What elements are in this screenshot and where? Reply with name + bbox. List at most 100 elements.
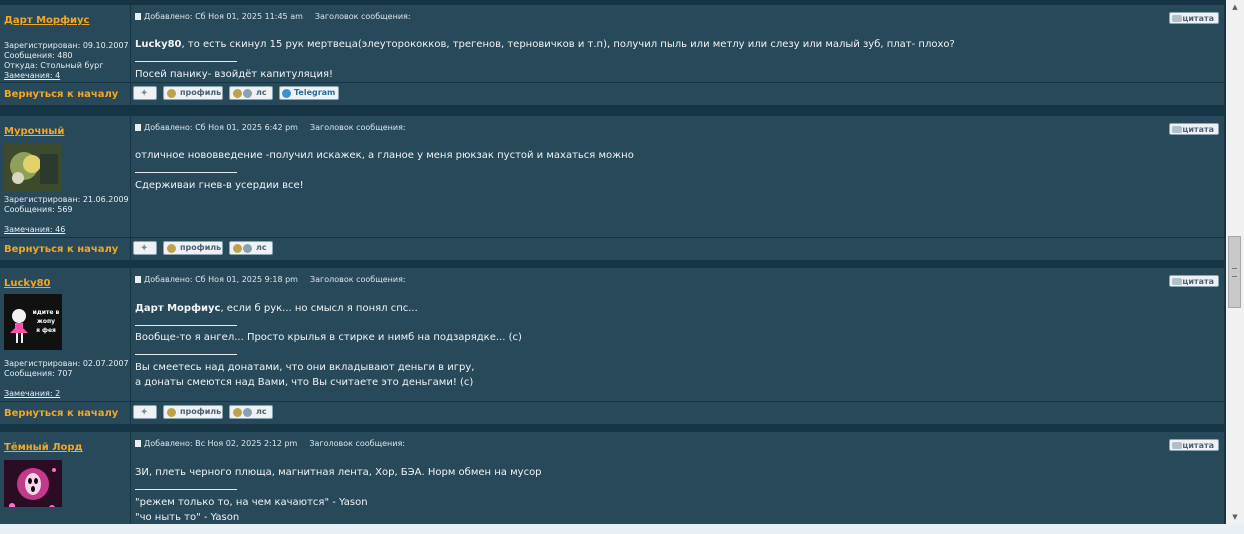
post-meta: Добавлено: Сб Ноя 01, 2025 6:42 pm Заголо…: [135, 123, 406, 132]
signature-divider: [135, 61, 237, 62]
pm-button[interactable]: лс: [229, 405, 273, 419]
scroll-down-arrow-icon[interactable]: ▼: [1226, 510, 1244, 524]
forum-post: Мурочный Зарегистрирован: 21.06.2009 Соо…: [0, 116, 1224, 260]
avatar: [4, 460, 62, 507]
post-author-panel: Мурочный Зарегистрирован: 21.06.2009 Соо…: [0, 116, 130, 237]
avatar-caption: идите в жопу я фея: [32, 309, 60, 334]
post-meta: Добавлено: Сб Ноя 01, 2025 9:18 pm Заголо…: [135, 275, 406, 284]
signature-line: "режем только то, на чем качаются" - Yas…: [135, 497, 368, 508]
post-content: Добавлено: Вс Ноя 02, 2025 2:12 pm Заголо…: [131, 432, 1224, 524]
post-content: Добавлено: Сб Ноя 01, 2025 11:45 am Загол…: [131, 5, 1224, 82]
post-content: Добавлено: Сб Ноя 01, 2025 9:18 pm Заголо…: [131, 268, 1224, 401]
quote-button[interactable]: цитата: [1169, 12, 1219, 24]
post-date: Добавлено: Сб Ноя 01, 2025 9:18 pm: [144, 275, 298, 284]
signature-line: Посей панику- взойдёт капитуляция!: [135, 69, 333, 80]
quote-button[interactable]: цитата: [1169, 275, 1219, 287]
post-date: Добавлено: Сб Ноя 01, 2025 6:42 pm: [144, 123, 298, 132]
post-text: , то есть скинул 15 рук мертвеца(элеутор…: [181, 39, 955, 50]
signature-line: "чо ныть то" - Yason: [135, 512, 240, 523]
post-date: Добавлено: Вс Ноя 02, 2025 2:12 pm: [144, 439, 298, 448]
post-body: Lucky80, то есть скинул 15 рук мертвеца(…: [135, 39, 955, 50]
post-icon[interactable]: [135, 276, 141, 283]
mentioned-user: Дарт Морфиус: [135, 303, 221, 314]
star-icon: ✦: [140, 407, 149, 418]
post-footer-buttons: ✦ профиль лс: [131, 238, 1224, 260]
post-body: отличное нововведение -получил искажек, …: [135, 150, 634, 161]
profile-button-label: профиль: [180, 407, 222, 416]
profile-button[interactable]: профиль: [163, 86, 223, 100]
signature-line: Вы смеетесь над донатами, что они вклады…: [135, 362, 475, 373]
message-count: Сообщения: 480: [4, 51, 73, 60]
scrollbar-thumb[interactable]: [1228, 236, 1241, 308]
post-icon[interactable]: [135, 124, 141, 131]
author-link[interactable]: Lucky80: [4, 278, 51, 289]
post-icon[interactable]: [135, 440, 141, 447]
vertical-scrollbar[interactable]: ▲ ▼: [1226, 0, 1244, 524]
pm-icon-second: [243, 89, 252, 98]
post-body: Дарт Морфиус, если б рук... но смысл я п…: [135, 303, 418, 314]
www-button[interactable]: ✦: [133, 241, 157, 255]
horizontal-scrollbar-track: [0, 524, 1244, 534]
registered-date: Зарегистрирован: 21.06.2009: [4, 195, 129, 204]
back-to-top-link[interactable]: Вернуться к началу: [4, 89, 118, 100]
post-icon[interactable]: [135, 13, 141, 20]
post-subject-label: Заголовок сообщения:: [309, 123, 406, 132]
mentioned-user: Lucky80: [135, 39, 182, 50]
pm-icon: [233, 408, 242, 417]
back-to-top-link[interactable]: Вернуться к началу: [4, 408, 118, 419]
pm-icon-second: [243, 408, 252, 417]
post-footer-buttons: ✦ профиль лс Telegram: [131, 83, 1224, 105]
pm-button[interactable]: лс: [229, 86, 273, 100]
pm-icon: [233, 244, 242, 253]
quote-button[interactable]: цитата: [1169, 123, 1219, 135]
pm-icon: [233, 89, 242, 98]
post-meta: Добавлено: Сб Ноя 01, 2025 11:45 am Загол…: [135, 12, 411, 21]
message-count: Сообщения: 569: [4, 205, 73, 214]
post-author-panel: Lucky80 идите в жопу я фея Зарегистриров…: [0, 268, 130, 401]
forum-topic-view: Дарт Морфиус Зарегистрирован: 09.10.2007…: [0, 0, 1226, 524]
signature-line: Вообще-то я ангел... Просто крылья в сти…: [135, 332, 522, 343]
author-info: Зарегистрирован: 21.06.2009 Сообщения: 5…: [4, 195, 129, 235]
quote-button[interactable]: цитата: [1169, 439, 1219, 451]
post-footer-left: Вернуться к началу: [0, 83, 130, 105]
registered-date: Зарегистрирован: 09.10.2007: [4, 41, 129, 50]
warnings-link[interactable]: Замечания: 46: [4, 225, 129, 235]
post-footer-left: Вернуться к началу: [0, 402, 130, 424]
back-to-top-link[interactable]: Вернуться к началу: [4, 244, 118, 255]
forum-post: Тёмный Лорд Добавлено: Вс Ноя 02, 2025 2…: [0, 432, 1224, 524]
profile-icon: [167, 89, 176, 98]
profile-button-label: профиль: [180, 243, 222, 252]
post-text: , если б рук... но смысл я понял спс...: [220, 303, 418, 314]
profile-icon: [167, 244, 176, 253]
author-location: Откуда: Стольный бург: [4, 61, 104, 70]
author-info: Зарегистрирован: 02.07.2007 Сообщения: 7…: [4, 359, 129, 399]
warnings-link[interactable]: Замечания: 2: [4, 389, 129, 399]
message-count: Сообщения: 707: [4, 369, 73, 378]
author-link[interactable]: Мурочный: [4, 126, 64, 137]
post-footer-buttons: ✦ профиль лс: [131, 402, 1224, 424]
post-author-panel: Дарт Морфиус Зарегистрирован: 09.10.2007…: [0, 5, 130, 82]
pm-button-label: лс: [256, 407, 267, 416]
registered-date: Зарегистрирован: 02.07.2007: [4, 359, 129, 368]
profile-button[interactable]: профиль: [163, 241, 223, 255]
star-icon: ✦: [140, 243, 149, 254]
avatar: [4, 144, 62, 191]
pm-button[interactable]: лс: [229, 241, 273, 255]
post-subject-label: Заголовок сообщения:: [314, 12, 411, 21]
telegram-button[interactable]: Telegram: [279, 86, 339, 100]
author-link[interactable]: Тёмный Лорд: [4, 442, 83, 453]
www-button[interactable]: ✦: [133, 86, 157, 100]
signature-line: а донаты смеются над Вами, что Вы считае…: [135, 377, 474, 388]
signature-divider: [135, 489, 237, 490]
profile-button[interactable]: профиль: [163, 405, 223, 419]
post-date: Добавлено: Сб Ноя 01, 2025 11:45 am: [144, 12, 303, 21]
forum-post: Дарт Морфиус Зарегистрирован: 09.10.2007…: [0, 5, 1224, 105]
scroll-up-arrow-icon[interactable]: ▲: [1226, 0, 1244, 14]
pm-icon-second: [243, 244, 252, 253]
author-link[interactable]: Дарт Морфиус: [4, 15, 89, 26]
post-body: ЗИ, плеть черного плюща, магнитная лента…: [135, 467, 542, 478]
warnings-link[interactable]: Замечания: 4: [4, 71, 129, 81]
www-button[interactable]: ✦: [133, 405, 157, 419]
author-info: Зарегистрирован: 09.10.2007 Сообщения: 4…: [4, 41, 129, 81]
profile-icon: [167, 408, 176, 417]
